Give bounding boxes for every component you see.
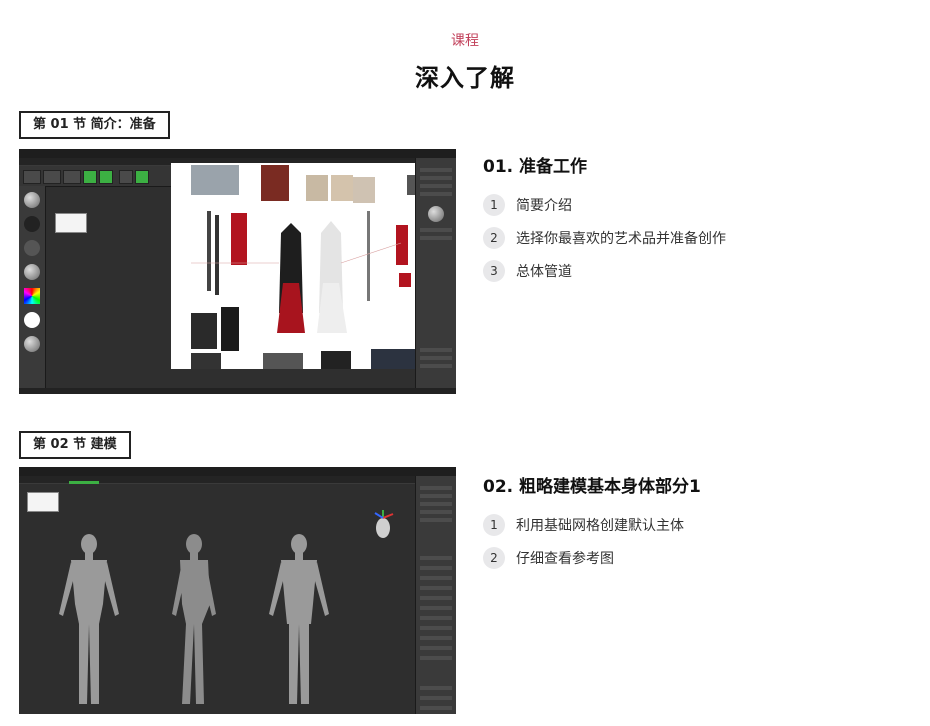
axis-gizmo-icon: [374, 510, 394, 538]
reference-board: [171, 163, 423, 369]
lesson-item: 1 利用基础网格创建默认主体: [483, 514, 684, 536]
lesson-item: 1 简要介绍: [483, 194, 572, 216]
item-number-badge: 1: [483, 514, 505, 536]
body-model-views: [59, 534, 329, 704]
item-text: 利用基础网格创建默认主体: [516, 518, 684, 534]
section-eyebrow: 课程: [451, 33, 479, 49]
lesson-screenshot-01: [19, 149, 456, 394]
section-tag-02: 第 02 节 建模: [19, 431, 131, 459]
lesson-title-02: 02. 粗略建模基本身体部分1: [483, 477, 701, 497]
lesson-item: 2 仔细查看参考图: [483, 547, 614, 569]
item-text: 总体管道: [516, 264, 572, 280]
item-text: 简要介绍: [516, 198, 572, 214]
lesson-item: 3 总体管道: [483, 260, 572, 282]
item-text: 选择你最喜欢的艺术品并准备创作: [516, 231, 726, 247]
item-number-badge: 2: [483, 227, 505, 249]
page-title: 深入了解: [415, 64, 515, 92]
item-text: 仔细查看参考图: [516, 551, 614, 567]
lesson-item: 2 选择你最喜欢的艺术品并准备创作: [483, 227, 726, 249]
lesson-screenshot-02: [19, 467, 456, 714]
item-number-badge: 2: [483, 547, 505, 569]
item-number-badge: 1: [483, 194, 505, 216]
lesson-title-01: 01. 准备工作: [483, 157, 588, 177]
section-tag-01: 第 01 节 简介：准备: [19, 111, 170, 139]
item-number-badge: 3: [483, 260, 505, 282]
